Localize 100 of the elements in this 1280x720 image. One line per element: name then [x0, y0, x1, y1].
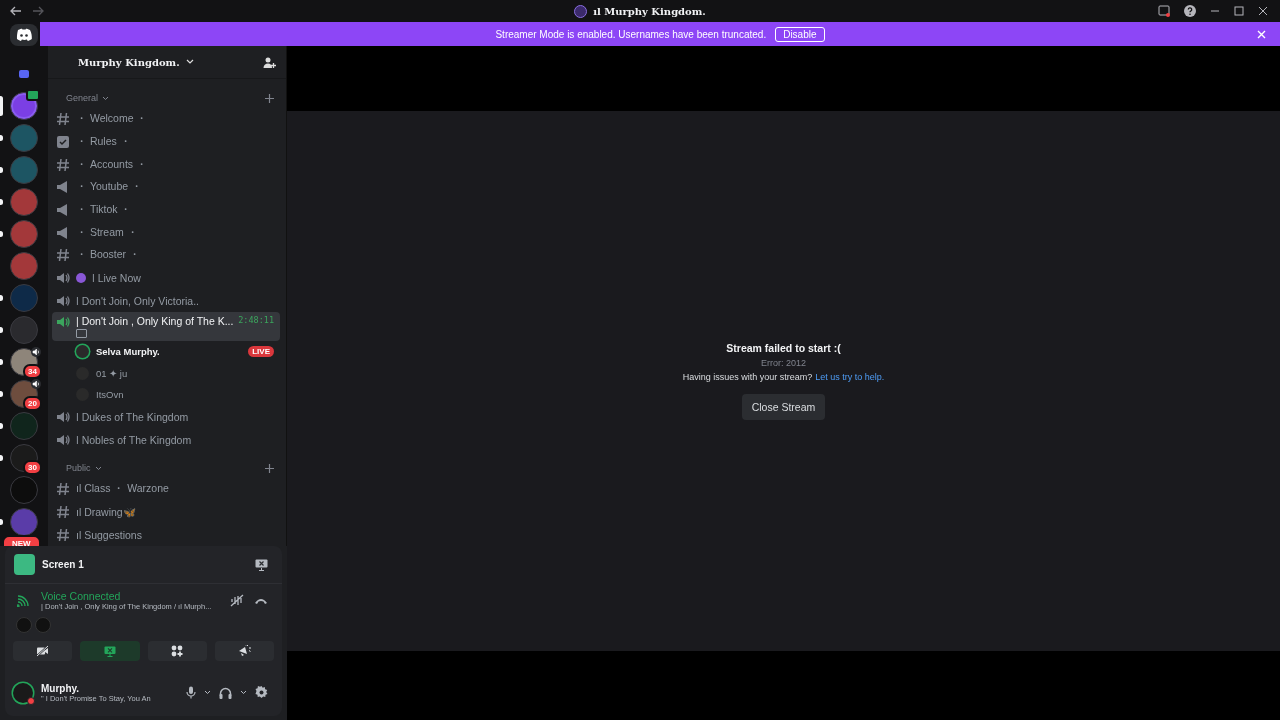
hash-icon	[56, 248, 70, 263]
count-badge: 20	[23, 396, 42, 411]
soundboard-button[interactable]	[214, 641, 274, 661]
user-avatar	[35, 617, 51, 633]
channel-name: ıl Class ・ Warzone	[76, 482, 170, 497]
user-avatar	[16, 617, 32, 633]
channel-item[interactable]: ıl Class ・ Warzone	[52, 478, 280, 501]
call-timer: 2:48:11	[238, 315, 274, 326]
signal-icon	[17, 594, 31, 607]
close-stream-button[interactable]: Close Stream	[741, 394, 826, 420]
camera-off-icon	[36, 645, 50, 657]
forward-arrow-icon[interactable]	[32, 6, 44, 16]
help-icon[interactable]	[1184, 5, 1196, 17]
app-logo	[15, 28, 33, 42]
camera-off-button[interactable]	[13, 641, 73, 661]
error-code: Error: 2012	[761, 358, 806, 368]
stream-name: Screen 1	[42, 559, 84, 570]
speaker-icon	[56, 410, 70, 425]
channel-name: ıl Drawing🦋	[76, 505, 137, 519]
headphones-icon[interactable]	[219, 686, 232, 699]
chevron-down-icon[interactable]	[204, 690, 211, 695]
banner-text: Streamer Mode is enabled. Usernames have been truncated.	[495, 28, 767, 40]
stream-preview-icon	[76, 329, 87, 339]
category-name[interactable]: Public	[66, 463, 91, 474]
channel-name: ・ Booster ・	[76, 248, 142, 263]
member-name[interactable]: 01 ✦ ju	[96, 367, 128, 379]
chevron-down-icon[interactable]	[240, 690, 247, 695]
channel-item[interactable]: ǀ Live Now	[52, 266, 280, 290]
channel-item[interactable]: ǀ Nobles of The Kingdom	[52, 428, 280, 452]
help-text: Having issues with your stream?	[682, 372, 813, 382]
screen-share-icon	[103, 645, 116, 657]
home-button[interactable]	[10, 24, 38, 46]
close-icon[interactable]	[1258, 6, 1268, 16]
microphone-icon[interactable]	[186, 686, 196, 699]
hash-icon	[56, 157, 70, 172]
channel-item[interactable]: ıl Suggestions	[52, 523, 280, 546]
channel-item[interactable]: ・ Tiktok ・	[52, 198, 280, 222]
hash-icon	[56, 482, 70, 497]
screen-icon[interactable]	[1158, 5, 1170, 17]
maximize-icon[interactable]	[1234, 6, 1244, 16]
hash-icon	[56, 505, 70, 520]
screen-share-icon	[14, 554, 35, 575]
window-title: ıl Murphy Kingdom.	[593, 5, 706, 17]
count-badge: 30	[23, 460, 42, 475]
channel-name: ǀ Nobles of The Kingdom	[76, 433, 193, 446]
channel-item[interactable]: ・ Booster ・	[52, 244, 280, 267]
megaphone-icon	[56, 225, 70, 240]
add-icon[interactable]	[265, 463, 274, 473]
category-name[interactable]: General	[66, 93, 99, 103]
channel-name: ・ Rules ・	[76, 135, 132, 150]
channel-item[interactable]: ・ Welcome ・	[52, 108, 280, 131]
channel-name: ・ Tiktok ・	[76, 203, 133, 218]
help-link[interactable]: Let us try to help.	[815, 372, 885, 382]
channel-item[interactable]: ・ Rules ・	[52, 130, 280, 154]
channel-name: ・ Stream ・	[76, 225, 139, 240]
back-arrow-icon[interactable]	[10, 6, 22, 16]
speaker-icon	[56, 315, 70, 330]
add-person-icon[interactable]	[263, 55, 276, 69]
settings-icon[interactable]	[255, 686, 268, 699]
channel-item[interactable]: ǀ Don't Join, Only Victoria..	[52, 289, 280, 313]
server-name[interactable]: Murphy Kingdom.	[78, 56, 180, 68]
channel-name: ıl Suggestions	[76, 528, 143, 541]
megaphone-icon	[56, 180, 70, 195]
channel-name: ・ Accounts ・	[76, 157, 149, 172]
voice-status: Voice Connected	[41, 590, 122, 602]
channel-name: ǀ Live Now	[92, 272, 142, 285]
megaphone-icon	[56, 203, 70, 218]
channel-name: ǀ Don't Join, Only Victoria..	[76, 294, 200, 307]
disable-button[interactable]: Disable	[775, 26, 825, 42]
username: Murphy.	[41, 682, 81, 694]
checklist-icon	[56, 135, 70, 150]
add-icon[interactable]	[265, 93, 274, 103]
member-name[interactable]: Selva Murphy.	[96, 346, 160, 358]
channel-name: ・ Youtube ・	[76, 180, 143, 195]
activities-icon	[171, 645, 184, 657]
speaker-icon	[56, 271, 70, 286]
member-name[interactable]: ItsOvn	[96, 389, 124, 401]
user-avatar	[13, 682, 33, 703]
stop-stream-icon[interactable]	[255, 558, 268, 571]
channel-item[interactable]: ・ Accounts ・	[52, 153, 280, 177]
speaker-icon	[56, 432, 70, 447]
activities-button[interactable]	[147, 641, 207, 661]
channel-item[interactable]: | Don't Join , Only King of The K... 2:48:11	[52, 312, 280, 342]
count-badge: 34	[23, 364, 42, 379]
channel-item[interactable]: ıl Drawing🦋	[52, 500, 280, 524]
folder-icon[interactable]	[19, 70, 29, 78]
disconnect-icon[interactable]	[254, 596, 268, 605]
hash-icon	[56, 112, 70, 127]
screen-share-button[interactable]	[80, 641, 140, 661]
error-title: Stream failed to start :(	[726, 342, 841, 354]
user-avatar	[76, 345, 89, 359]
channel-item[interactable]: ・ Stream ・	[52, 221, 280, 245]
channel-name: ・ Welcome ・	[76, 112, 149, 127]
channel-item[interactable]: ǀ Dukes of The Kingdom	[52, 405, 280, 429]
soundboard-icon	[237, 645, 251, 657]
server-logo-icon	[574, 4, 588, 18]
live-badge: LIVE	[248, 346, 274, 358]
channel-name: ǀ Dukes of The Kingdom	[76, 411, 190, 424]
channel-item[interactable]: ・ Youtube ・	[52, 176, 280, 199]
noise-suppression-off-icon[interactable]	[230, 594, 244, 607]
